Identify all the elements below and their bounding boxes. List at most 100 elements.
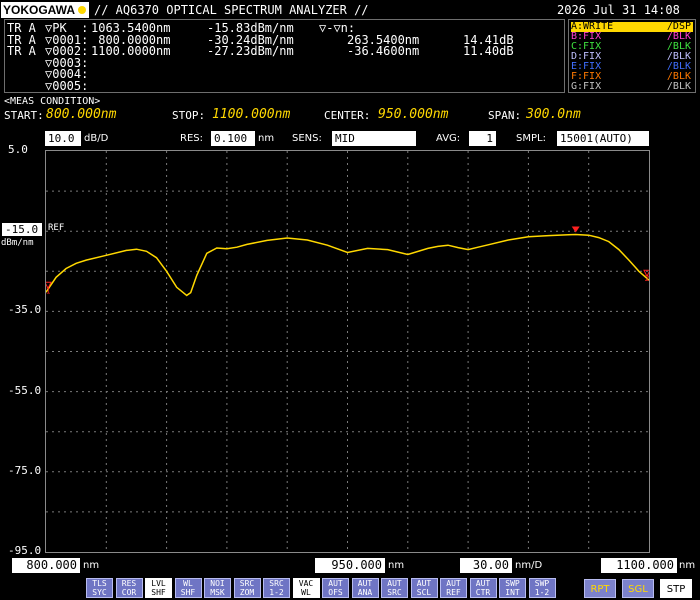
softkey-label: SHF <box>151 588 166 597</box>
softkey-label: AUT <box>416 579 432 588</box>
trace-status-panel: A:WRITE/DSP B:FIX/BLK C:FIX/BLK D:FIX/BLK E:… <box>568 19 696 93</box>
trace-row-g[interactable]: G:FIX/BLK <box>571 82 693 92</box>
spectrum-chart: 12 <box>44 151 651 552</box>
sensitivity-value[interactable]: MID <box>332 131 416 146</box>
softkey-aut-ctr[interactable]: AUT CTR <box>469 578 497 598</box>
softkey-label: WL <box>301 588 311 597</box>
rpt-sweep-button[interactable]: RPT <box>584 579 616 598</box>
y-tick-label: -95.0 <box>8 544 42 557</box>
marker-dwl: -36.4600nm <box>347 44 420 58</box>
peak-marker-icon <box>571 226 580 233</box>
softkey-aut-scl[interactable]: AUT SCL <box>410 578 438 598</box>
softkey-vac-wl[interactable]: VAC WL <box>292 578 320 598</box>
avg-label: AVG: <box>436 133 461 144</box>
scale-value[interactable]: 10.0 <box>45 131 81 146</box>
res-unit: nm <box>258 133 275 144</box>
stop-value[interactable]: 1100.000nm <box>212 107 290 122</box>
softkey-label: COR <box>121 588 137 597</box>
softkey-label: TLS <box>92 579 107 588</box>
resolution-value[interactable]: 0.100 <box>211 131 255 146</box>
marker-panel: TR A ▽PK :1063.5400nm -15.83dBm/nm ▽-▽n: TR … <box>4 19 565 93</box>
softkey-lvl-shf[interactable]: LVL SHF <box>145 578 172 598</box>
instrument-title: // AQ6370 OPTICAL SPECTRUM ANALYZER // <box>94 3 369 17</box>
softkey-label: SYC <box>92 588 107 597</box>
center-label: CENTER: <box>324 109 371 122</box>
softkey-label: SRC <box>387 588 402 597</box>
softkey-label: AUT <box>475 579 491 588</box>
stop-label: STOP: <box>172 109 206 122</box>
marker-number-label: 2 <box>645 274 649 283</box>
softkey-label: REF <box>446 588 461 597</box>
x-start-value[interactable]: 800.000 <box>12 558 80 573</box>
y-tick-label: -55.0 <box>8 383 42 397</box>
softkey-src-1-2[interactable]: SRC 1-2 <box>263 578 290 598</box>
x-stop-unit: nm <box>679 560 696 571</box>
y-tick-label: 5.0 <box>8 143 28 156</box>
softkey-label: AUT <box>328 579 343 588</box>
marker-row: ▽0004: <box>7 68 562 80</box>
x-center-unit: nm <box>388 560 405 571</box>
softkey-label: AUT <box>387 579 402 588</box>
smpl-label: SMPL: <box>516 133 546 144</box>
softkey-label: SWP <box>505 579 520 588</box>
softkey-label: RES <box>121 579 137 588</box>
start-value[interactable]: 800.000nm <box>46 107 116 122</box>
softkey-label: ZOM <box>239 588 255 597</box>
trace-a-line <box>45 233 650 297</box>
sampling-value[interactable]: 15001(AUTO) <box>557 131 649 146</box>
softkey-label: SRC <box>269 579 284 588</box>
logo-dot-icon <box>78 6 86 14</box>
softkey-label: 1-2 <box>534 588 550 597</box>
sens-label: SENS: <box>292 133 322 144</box>
trace-mode: /BLK <box>666 81 691 92</box>
softkey-label: SRC <box>239 579 255 588</box>
x-stop-value[interactable]: 1100.000 <box>601 558 677 573</box>
softkey-label: SCL <box>416 588 432 597</box>
softkey-aut-ana[interactable]: AUT ANA <box>351 578 379 598</box>
start-label: START: <box>4 109 44 122</box>
softkey-aut-src[interactable]: AUT SRC <box>381 578 408 598</box>
span-label: SPAN: <box>488 109 522 122</box>
softkey-label: LVL <box>151 579 166 588</box>
average-value[interactable]: 1 <box>469 131 496 146</box>
x-center-value[interactable]: 950.000 <box>315 558 385 573</box>
softkey-wl-shf[interactable]: WL SHF <box>174 578 202 598</box>
x-div-value[interactable]: 30.00 <box>460 558 512 573</box>
yokogawa-logo: YOKOGAWA <box>1 2 89 18</box>
stp-sweep-button[interactable]: STP <box>660 579 692 598</box>
softkey-label: MSK <box>210 588 225 597</box>
y-unit-label: dBm/nm <box>1 238 34 249</box>
sgl-sweep-button[interactable]: SGL <box>622 579 654 598</box>
softkey-swp-1-2[interactable]: SWP 1-2 <box>528 578 556 598</box>
marker-lvl: -27.23dBm/nm <box>207 44 294 58</box>
title-bar: YOKOGAWA // AQ6370 OPTICAL SPECTRUM ANAL… <box>0 0 700 20</box>
softkey-label: 1-2 <box>269 588 284 597</box>
softkey-label: VAC <box>298 579 314 588</box>
center-value[interactable]: 950.000nm <box>378 107 448 122</box>
spectrum-plot[interactable]: 12 <box>44 150 651 553</box>
softkey-src-zom[interactable]: SRC ZOM <box>233 578 261 598</box>
marker-dlvl: 11.40dB <box>463 44 514 58</box>
softkey-res-cor[interactable]: RES COR <box>115 578 143 598</box>
measurement-condition: <MEAS CONDITION> START: 800.000nm STOP: … <box>4 96 696 122</box>
softkey-noi-msk[interactable]: NOI MSK <box>204 578 231 598</box>
y-tick-label: -75.0 <box>8 463 42 477</box>
softkey-aut-ref[interactable]: AUT REF <box>440 578 467 598</box>
softkey-tls-syc[interactable]: TLS SYC <box>86 578 113 598</box>
logo-text: YOKOGAWA <box>3 3 76 17</box>
marker-row: ▽0005: <box>7 80 562 92</box>
marker-name: ▽0005: <box>45 78 89 93</box>
softkey-aut-ofs[interactable]: AUT OFS <box>322 578 349 598</box>
softkey-label: CTR <box>475 588 491 597</box>
softkey-label: SHF <box>180 588 196 597</box>
span-value[interactable]: 300.0nm <box>526 107 581 122</box>
marker-row: ▽0003: <box>7 57 562 69</box>
scale-unit: dB/D <box>84 133 109 144</box>
softkey-swp-int[interactable]: SWP INT <box>499 578 526 598</box>
softkey-label: NOI <box>210 579 225 588</box>
softkey-label: WL <box>183 579 193 588</box>
trace-status: G:FIX <box>571 81 602 92</box>
y-tick-label: -35.0 <box>8 303 42 317</box>
res-label: RES: <box>180 133 203 144</box>
marker-wl: 1100.0000nm <box>91 44 171 58</box>
